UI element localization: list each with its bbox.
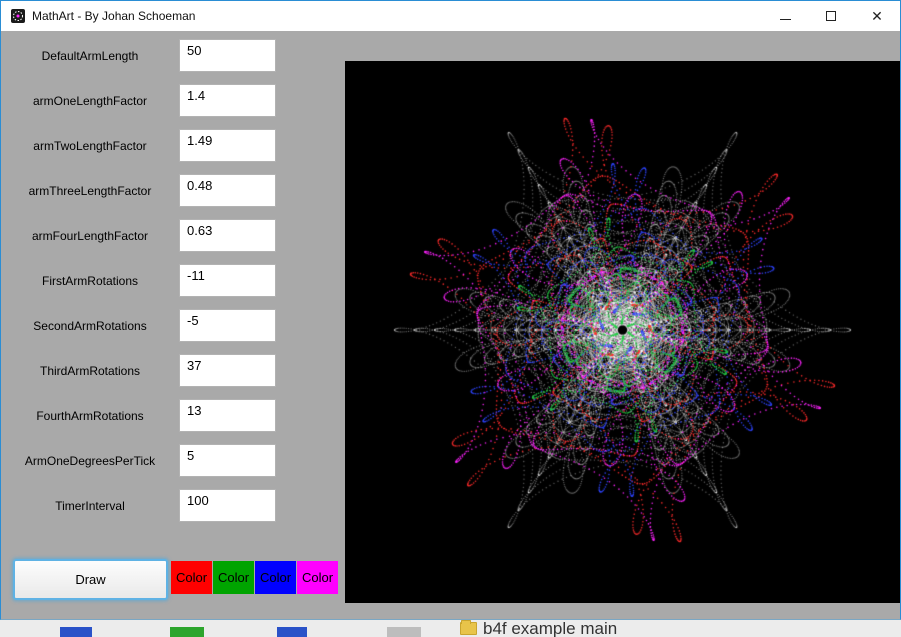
param-label-arm-three-length-factor: armThreeLengthFactor	[28, 183, 152, 198]
titlebar: MathArt - By Johan Schoeman ✕	[1, 1, 900, 31]
background-window-fragment	[170, 627, 204, 637]
input-arm-one-length-factor[interactable]	[179, 84, 276, 117]
param-row: ArmOneDegreesPerTick	[1, 444, 301, 477]
input-fourth-arm-rotations[interactable]	[179, 399, 276, 432]
input-timer-interval[interactable]	[179, 489, 276, 522]
input-third-arm-rotations[interactable]	[179, 354, 276, 387]
background-window-fragment	[387, 627, 421, 637]
input-arm-one-degrees-per-tick[interactable]	[179, 444, 276, 477]
param-row: DefaultArmLength	[1, 39, 301, 72]
maximize-button[interactable]	[808, 1, 854, 31]
close-button[interactable]: ✕	[854, 1, 900, 31]
minimize-button[interactable]	[762, 1, 808, 31]
background-window-strip: b4f example main	[0, 620, 901, 637]
input-arm-three-length-factor[interactable]	[179, 174, 276, 207]
param-label-arm-one-degrees-per-tick: ArmOneDegreesPerTick	[24, 453, 156, 468]
background-window-item[interactable]: b4f example main	[460, 620, 617, 637]
param-row: SecondArmRotations	[1, 309, 301, 342]
background-window-fragment	[60, 627, 92, 637]
input-second-arm-rotations[interactable]	[179, 309, 276, 342]
param-row: FirstArmRotations	[1, 264, 301, 297]
param-label-third-arm-rotations: ThirdArmRotations	[39, 363, 141, 378]
param-row: armOneLengthFactor	[1, 84, 301, 117]
minimize-icon	[779, 18, 791, 20]
window-title: MathArt - By Johan Schoeman	[32, 9, 196, 23]
param-row: armThreeLengthFactor	[1, 174, 301, 207]
param-label-arm-one-length-factor: armOneLengthFactor	[32, 93, 148, 108]
param-row: ThirdArmRotations	[1, 354, 301, 387]
param-label-default-arm-length: DefaultArmLength	[41, 48, 139, 63]
parameter-panel: DefaultArmLength armOneLengthFactor armT…	[1, 39, 301, 534]
param-row: armTwoLengthFactor	[1, 129, 301, 162]
background-window-fragment	[277, 627, 307, 637]
color-button-magenta[interactable]: Color	[297, 561, 338, 594]
param-label-arm-four-length-factor: armFourLengthFactor	[31, 228, 149, 243]
param-label-arm-two-length-factor: armTwoLengthFactor	[33, 138, 147, 153]
app-window: MathArt - By Johan Schoeman ✕ DefaultArm…	[0, 0, 901, 620]
param-row: armFourLengthFactor	[1, 219, 301, 252]
color-button-red[interactable]: Color	[171, 561, 212, 594]
param-label-second-arm-rotations: SecondArmRotations	[33, 318, 147, 333]
input-first-arm-rotations[interactable]	[179, 264, 276, 297]
background-window-text: b4f example main	[483, 619, 618, 637]
param-row: FourthArmRotations	[1, 399, 301, 432]
close-icon: ✕	[871, 8, 883, 24]
app-icon	[11, 9, 25, 23]
folder-icon	[460, 620, 477, 635]
param-label-timer-interval: TimerInterval	[55, 498, 125, 513]
draw-button[interactable]: Draw	[13, 559, 168, 600]
input-default-arm-length[interactable]	[179, 39, 276, 72]
param-label-fourth-arm-rotations: FourthArmRotations	[36, 408, 144, 423]
color-button-group: Color Color Color Color	[171, 561, 338, 594]
color-button-blue[interactable]: Color	[255, 561, 296, 594]
maximize-icon	[826, 11, 836, 21]
color-button-green[interactable]: Color	[213, 561, 254, 594]
input-arm-two-length-factor[interactable]	[179, 129, 276, 162]
input-arm-four-length-factor[interactable]	[179, 219, 276, 252]
param-row: TimerInterval	[1, 489, 301, 522]
window-controls: ✕	[762, 1, 900, 31]
param-label-first-arm-rotations: FirstArmRotations	[41, 273, 139, 288]
math-art-canvas	[345, 61, 900, 603]
